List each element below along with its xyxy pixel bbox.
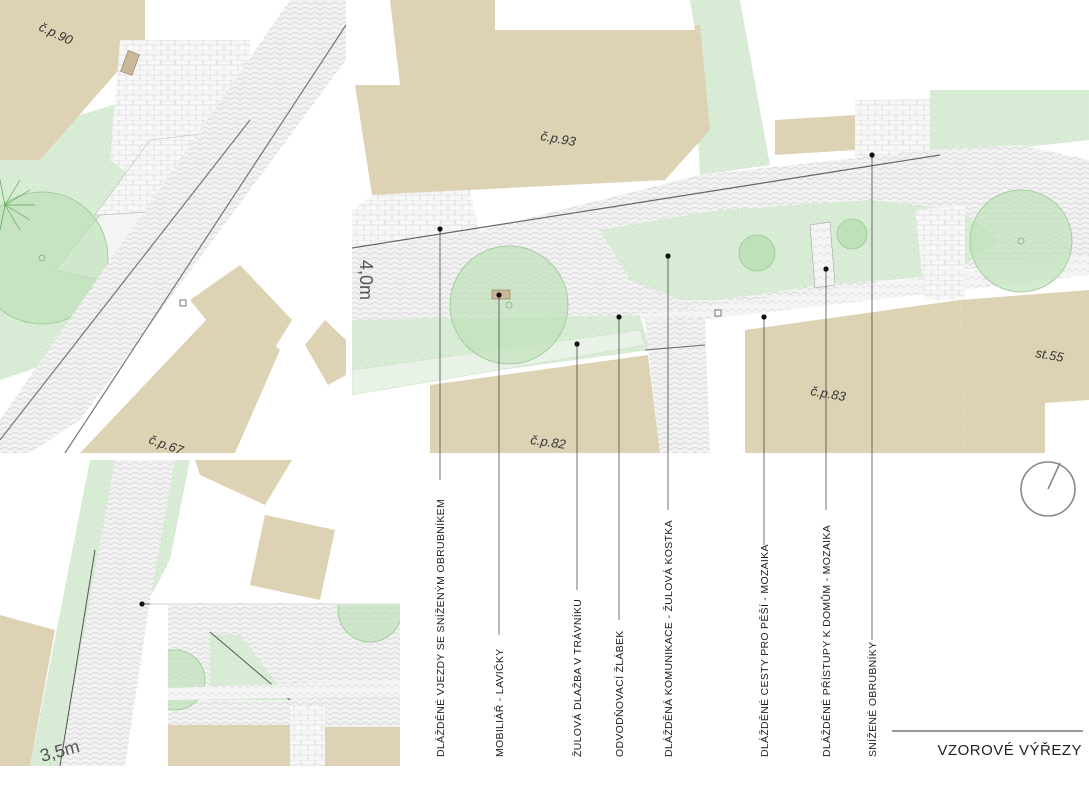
panel-top-right: č.p.93 č.p.82 č.p.83 st.55 4,0m xyxy=(352,0,1089,453)
legend-label-dlazdene-pristupy: DLÁŽDĚNÉ PŘÍSTUPY K DOMŮM - MOZAIKA xyxy=(820,525,833,757)
legend-label-mobiliar: MOBILIÁŘ - LAVIČKY xyxy=(493,649,506,757)
legend-label-dlazdene-vjezdy: DLÁŽDĚNÉ VJEZDY SE SNÍŽENÝM OBRUBNÍKEM xyxy=(434,499,447,757)
tree-small-1 xyxy=(738,234,776,272)
building-inset-se xyxy=(325,727,400,766)
drain-marker xyxy=(714,309,722,317)
white-lot xyxy=(352,392,430,453)
legend-label-snizene-obrubniky: SNÍŽENÉ OBRUBNÍKY xyxy=(866,642,879,757)
tree-large-west xyxy=(449,245,569,365)
legend-label-dlazdene-cesty: DLÁŽDĚNÉ CESTY PRO PĚŠÍ - MOZAIKA xyxy=(758,544,771,757)
drain-marker xyxy=(179,299,187,307)
sheet-title: VZOROVÉ VÝŘEZY xyxy=(937,742,1082,759)
site-plan-sheet: č.p.90 č.p.67 č.p.93 č.p.82 č.p.83 st.55… xyxy=(0,0,1089,766)
tree-large-east xyxy=(969,189,1073,293)
mosaic-access xyxy=(290,705,325,766)
panel-bottom-inset xyxy=(168,605,400,766)
building-north xyxy=(775,115,855,155)
building-inset-sw xyxy=(168,725,290,766)
legend-label-dlazdena-komunikace: DLÁŽDĚNÁ KOMUNIKACE - ŽULOVÁ KOSTKA xyxy=(662,520,675,757)
panel-top-left: č.p.90 č.p.67 xyxy=(0,0,346,453)
dimension-main-street: 4,0m xyxy=(356,260,376,300)
building-north-2-ext xyxy=(250,515,335,600)
legend-label-odvodnovaci-zlabek: ODVODŇOVACÍ ŽLÁBEK xyxy=(613,630,626,757)
grass-ne xyxy=(930,90,1089,150)
tree-small-2 xyxy=(836,218,868,250)
tree-inset-ne xyxy=(337,605,400,643)
north-arrow-icon xyxy=(1020,461,1076,517)
legend-label-zulova-dlazba: ŽULOVÁ DLAŽBA V TRÁVNÍKU xyxy=(571,599,584,757)
legend: DLÁŽDĚNÉ VJEZDY SE SNÍŽENÝM OBRUBNÍKEM M… xyxy=(434,499,879,757)
courtyard xyxy=(495,0,695,30)
